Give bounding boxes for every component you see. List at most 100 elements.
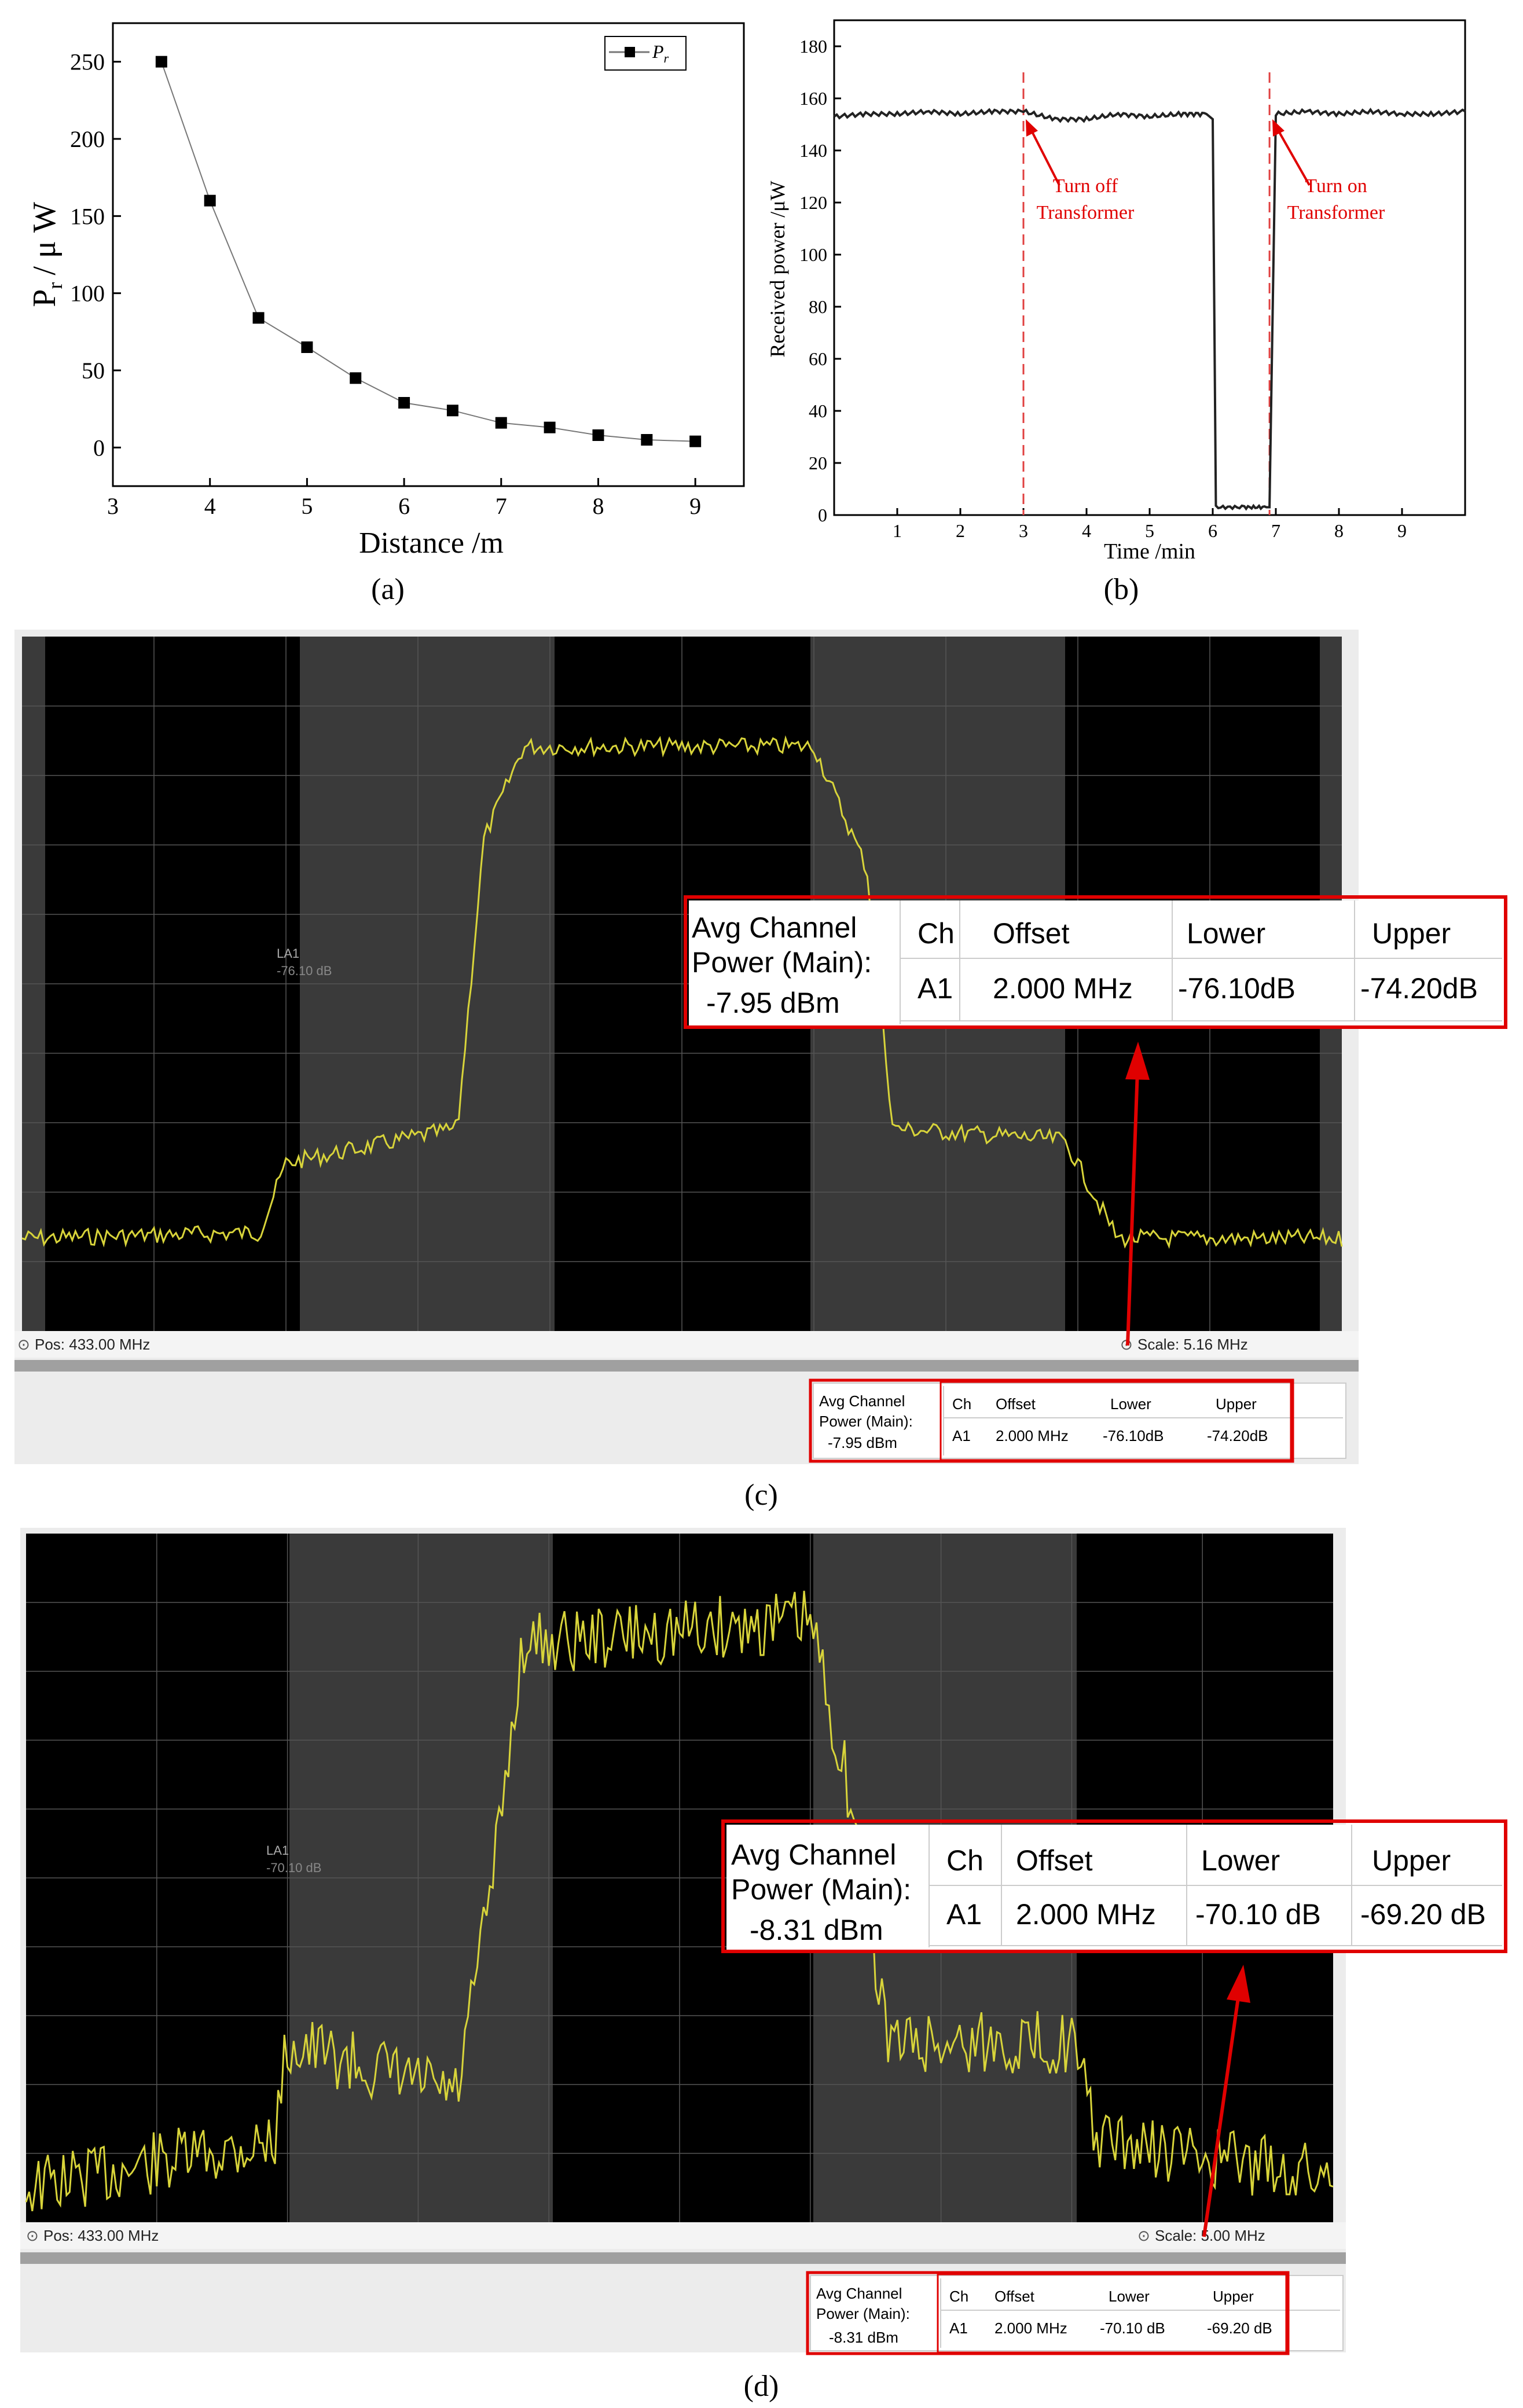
spectrum-c-marker-label: LA1 bbox=[277, 946, 299, 961]
big-table-d-c1: 2.000 MHz bbox=[1016, 1898, 1156, 1931]
annotation-off-line2: Transformer bbox=[1037, 202, 1135, 223]
spectrum-d-pos-icon: ⊙ bbox=[26, 2227, 39, 2244]
small-table-c-c3: -74.20dB bbox=[1207, 1427, 1268, 1444]
chart-b-xlabel: Time /min bbox=[1104, 539, 1195, 564]
chart-a-x-tick-label: 6 bbox=[398, 493, 410, 519]
big-table-c-title1: Avg Channel bbox=[692, 911, 857, 944]
chart-b-ylabel: Received power /μW bbox=[766, 181, 789, 357]
small-table-d-c3: -69.20 dB bbox=[1207, 2319, 1272, 2337]
big-table-c-h2: Lower bbox=[1187, 917, 1265, 950]
small-table-c-value: -7.95 dBm bbox=[828, 1434, 897, 1451]
chart-b-y-tick-label: 40 bbox=[809, 400, 827, 421]
chart-a-x-tick-label: 3 bbox=[107, 493, 119, 519]
chart-b: 1 2 3 4 5 6 7 8 9 0 20 40 60 80 100 120 140 160 180 Turn … bbox=[766, 19, 1466, 606]
chart-a-point bbox=[301, 341, 313, 353]
annotation-off-line1: Turn off bbox=[1053, 175, 1118, 197]
chart-b-y-tick-label: 140 bbox=[799, 140, 827, 161]
spectrum-c-marker-value: -76.10 dB bbox=[277, 964, 332, 978]
chart-a-legend-sub: r bbox=[664, 51, 669, 65]
chart-b-annotation-on: Turn on Transformer bbox=[1272, 119, 1385, 223]
small-table-d-title1: Avg Channel bbox=[816, 2285, 902, 2302]
big-table-d-c0: A1 bbox=[946, 1898, 982, 1931]
chart-a-ylabel-sub: r bbox=[43, 282, 67, 289]
annotation-off-arrowhead bbox=[1026, 119, 1038, 137]
chart-a-frame bbox=[112, 22, 745, 487]
chart-a-legend-marker bbox=[625, 47, 635, 57]
chart-a-legend-box bbox=[604, 36, 687, 71]
chart-a-x-tick-label: 5 bbox=[301, 493, 313, 519]
chart-a-y-tick-label: 50 bbox=[82, 358, 105, 384]
chart-a-point bbox=[252, 312, 265, 324]
small-table-c-c1: 2.000 MHz bbox=[996, 1427, 1069, 1444]
spectrum-d-scale: Scale: 5.00 MHz bbox=[1155, 2227, 1265, 2244]
small-table-d-c1: 2.000 MHz bbox=[994, 2319, 1067, 2337]
small-table-d-title2: Power (Main): bbox=[816, 2305, 910, 2322]
spectrum-d-scale-icon: ⊙ bbox=[1137, 2227, 1150, 2244]
big-table-c-title2: Power (Main): bbox=[692, 946, 872, 979]
small-table-d-c2: -70.10 dB bbox=[1100, 2319, 1165, 2337]
spectrum-d-scrollbar[interactable] bbox=[20, 2252, 1346, 2264]
big-table-c-value: -7.95 dBm bbox=[706, 987, 840, 1019]
chart-a-point bbox=[689, 435, 702, 447]
chart-b-x-ticks: 1 2 3 4 5 6 7 8 9 bbox=[893, 508, 1407, 541]
spectrum-c: LA1 -76.10 dB ⊙ Pos: 433.00 MHz ⊙ Scale:… bbox=[14, 630, 1507, 1512]
big-table-d-value: -8.31 dBm bbox=[750, 1914, 883, 1946]
small-table-c-title2: Power (Main): bbox=[819, 1413, 913, 1430]
chart-a-ylabel: Pr / μ W bbox=[27, 202, 67, 307]
small-table-c-h3: Upper bbox=[1216, 1395, 1257, 1413]
chart-b-x-tick-label: 2 bbox=[956, 520, 965, 541]
spectrum-d: LA1 -70.10 dB ⊙ Pos: 433.00 MHz ⊙ Scale:… bbox=[20, 1528, 1507, 2403]
chart-a-xlabel: Distance /m bbox=[359, 527, 504, 560]
spectrum-c-small-table: Avg Channel Power (Main): -7.95 dBm Ch O… bbox=[809, 1378, 1346, 1463]
spectrum-c-scale: Scale: 5.16 MHz bbox=[1137, 1336, 1248, 1353]
chart-a-y-tick-label: 200 bbox=[70, 126, 105, 152]
annotation-on-line1: Turn on bbox=[1305, 175, 1367, 197]
spectrum-c-scrollbar[interactable] bbox=[14, 1360, 1359, 1372]
chart-a-legend: Pr bbox=[604, 36, 687, 71]
chart-b-y-tick-label: 20 bbox=[809, 453, 827, 473]
chart-a-x-tick-label: 9 bbox=[689, 493, 701, 519]
chart-a-x-ticks: 3 4 5 6 7 8 9 bbox=[107, 478, 701, 519]
chart-a-point bbox=[350, 372, 362, 384]
big-table-d-h1: Offset bbox=[1016, 1844, 1093, 1877]
big-table-c-h0: Ch bbox=[918, 917, 955, 950]
chart-b-y-tick-label: 100 bbox=[799, 244, 827, 265]
chart-a-y-tick-label: 0 bbox=[93, 435, 105, 461]
chart-a-x-tick-label: 7 bbox=[496, 493, 507, 519]
big-table-d-h3: Upper bbox=[1372, 1844, 1451, 1877]
small-table-d-h0: Ch bbox=[949, 2288, 968, 2305]
chart-a: 3 4 5 6 7 8 9 0 50 100 150 200 250 Distance /m Pr / … bbox=[27, 22, 745, 606]
small-table-d-h2: Lower bbox=[1109, 2288, 1150, 2305]
chart-b-y-tick-label: 120 bbox=[799, 192, 827, 213]
spectrum-d-marker-label: LA1 bbox=[266, 1843, 289, 1858]
big-table-c-c3: -74.20dB bbox=[1360, 972, 1478, 1005]
chart-a-x-tick-label: 4 bbox=[204, 493, 216, 519]
chart-b-x-tick-label: 8 bbox=[1334, 520, 1344, 541]
spectrum-d-small-table: Avg Channel Power (Main): -8.31 dBm Ch O… bbox=[806, 2271, 1344, 2355]
chart-b-x-tick-label: 7 bbox=[1271, 520, 1280, 541]
spectrum-d-pos: Pos: 433.00 MHz bbox=[43, 2227, 159, 2244]
spectrum-c-pos-icon: ⊙ bbox=[17, 1336, 30, 1353]
chart-b-x-tick-label: 4 bbox=[1082, 520, 1091, 541]
big-table-d-title2: Power (Main): bbox=[731, 1873, 911, 1906]
small-table-c-h0: Ch bbox=[952, 1395, 971, 1413]
chart-b-y-tick-label: 160 bbox=[799, 88, 827, 109]
big-table-c-h3: Upper bbox=[1372, 917, 1451, 950]
chart-a-series-line bbox=[160, 61, 696, 442]
spectrum-c-big-table: Avg Channel Power (Main): -7.95 dBm Ch O… bbox=[684, 895, 1507, 1029]
chart-b-x-tick-label: 6 bbox=[1208, 520, 1217, 541]
chart-b-annotation-off: Turn off Transformer bbox=[1026, 119, 1135, 223]
chart-a-point bbox=[592, 429, 604, 441]
figure: 3456789 050100150200250 Distance /m Pr/ … bbox=[14, 19, 1507, 2403]
big-table-c-c2: -76.10dB bbox=[1178, 972, 1296, 1005]
chart-b-y-tick-label: 60 bbox=[809, 348, 827, 369]
chart-a-point bbox=[544, 421, 556, 433]
chart-a-ylabel-main: P bbox=[27, 289, 63, 307]
chart-b-event-lines bbox=[1022, 72, 1271, 515]
big-table-c-c0: A1 bbox=[918, 972, 953, 1005]
spectrum-c-pos: Pos: 433.00 MHz bbox=[35, 1336, 150, 1353]
big-table-c-h1: Offset bbox=[993, 917, 1070, 950]
annotation-on-arrowhead bbox=[1272, 119, 1285, 137]
chart-a-legend-text: P bbox=[652, 41, 664, 62]
panel-label-d: (d) bbox=[744, 2370, 779, 2403]
